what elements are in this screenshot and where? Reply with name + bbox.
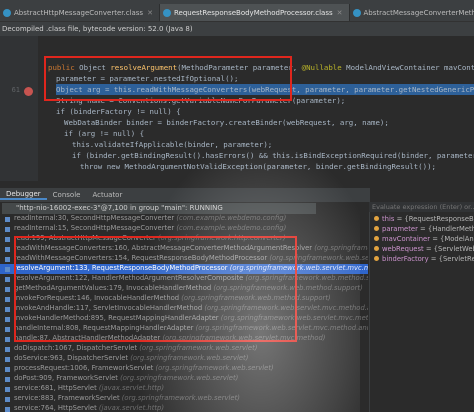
close-icon[interactable]: ✕ (337, 9, 343, 17)
tab-actuator[interactable]: Actuator (86, 191, 128, 199)
tab-label: RequestResponseBodyMethodProcessor.class (173, 8, 333, 17)
frame-method: doService:963, DispatcherServlet (14, 354, 131, 362)
frame-icon (5, 237, 10, 242)
field-icon (374, 246, 379, 251)
line-number: 61 (11, 86, 20, 94)
code-line: this.validateIfApplicable(binder, parame… (72, 140, 273, 149)
frame-package: (org.springframework.web.servlet.mvc...) (314, 244, 368, 252)
frame-package: (org.springframework.web.servlet) (139, 344, 258, 352)
frame-method: readInternal:15, SecondHttpMessageConver… (14, 224, 177, 232)
field-icon (374, 226, 379, 231)
frame-package: (com.example.webdemo.config) (176, 224, 287, 232)
frame-icon (5, 257, 10, 262)
variable-row[interactable]: mavContainer = {ModelAndViewContai... (374, 235, 474, 245)
tab-debugger[interactable]: Debugger (0, 190, 47, 200)
frame-row[interactable]: service:883, FrameworkServlet (org.sprin… (0, 394, 368, 404)
frame-package: (javax.servlet.http) (98, 404, 165, 412)
evaluate-expression-field[interactable]: Evaluate expression (Enter) or... (369, 202, 474, 212)
tab-abstract-message-converter-method-argument-resolver[interactable]: AbstractMessageConverterMethodArgumentRe… (350, 4, 474, 21)
class-file-icon (3, 8, 11, 17)
frame-method: processRequest:1006, FrameworkServlet (14, 364, 156, 372)
frame-method: readInternal:30, SecondHttpMessageConver… (14, 214, 177, 222)
field-icon (374, 236, 379, 241)
frame-method: service:883, FrameworkServlet (14, 394, 122, 402)
frame-package: (com.example.webdemo.config) (176, 214, 287, 222)
frame-icon (5, 287, 10, 292)
field-icon (374, 216, 379, 221)
variable-value: = {HandlerMethod$Handl... (420, 225, 474, 233)
frame-icon (5, 217, 10, 222)
code-line: if (binderFactory != null) { (56, 107, 181, 116)
variable-value: = {RequestResponseBodyM... (396, 215, 474, 223)
frame-row[interactable]: doService:963, DispatcherServlet (org.sp… (0, 354, 368, 364)
frame-row[interactable]: service:681, HttpServlet (javax.servlet.… (0, 384, 368, 394)
thread-selector[interactable]: "http-nio-16002-exec-3"@7,100 in group "… (2, 203, 316, 214)
variable-name: mavContainer (382, 235, 433, 243)
code-line: if (binder.getBindingResult().hasErrors(… (72, 151, 474, 160)
frame-method: doDispatch:1067, DispatcherServlet (14, 344, 140, 352)
frame-row[interactable]: readInternal:30, SecondHttpMessageConver… (0, 214, 368, 224)
frame-icon (5, 397, 10, 402)
variable-name: binderFactory (382, 255, 431, 263)
frame-row[interactable]: service:764, HttpServlet (javax.servlet.… (0, 404, 368, 412)
variable-name: parameter (382, 225, 421, 233)
frame-icon (5, 277, 10, 282)
class-file-icon (352, 8, 361, 17)
variable-row[interactable]: this = {RequestResponseBodyM... (374, 215, 474, 225)
frame-icon (5, 317, 10, 322)
variable-row[interactable]: binderFactory = {ServletRequestDat... (374, 255, 474, 265)
editor-gutter[interactable]: 61 (0, 36, 38, 181)
frame-row[interactable]: readInternal:15, SecondHttpMessageConver… (0, 224, 368, 234)
code-line: if (arg != null) { (64, 129, 145, 138)
editor-tab-bar: AbstractHttpMessageConverter.class ✕ Req… (0, 0, 474, 22)
variable-value: = {ServletRequestDat... (430, 255, 474, 263)
variable-value: = {ServletWebRequest... (425, 245, 474, 253)
frame-icon (5, 377, 10, 382)
code-line: WebDataBinder binder = binderFactory.cre… (64, 118, 389, 127)
frame-icon (5, 357, 10, 362)
field-icon (374, 256, 379, 261)
frame-icon (5, 387, 10, 392)
frame-method: service:681, HttpServlet (14, 384, 99, 392)
tab-request-response-body-method-processor[interactable]: RequestResponseBodyMethodProcessor.class… (159, 4, 350, 21)
frame-icon (5, 307, 10, 312)
frame-package: (org.springframework.web.servlet) (130, 354, 249, 362)
close-icon[interactable]: ✕ (147, 9, 153, 17)
frame-method: doPost:909, FrameworkServlet (14, 374, 121, 382)
code-line: throw new MethodArgumentNotValidExceptio… (80, 162, 436, 171)
frame-icon (5, 327, 10, 332)
variables-panel: this = {RequestResponseBodyM...parameter… (369, 188, 474, 412)
frame-row[interactable]: processRequest:1006, FrameworkServlet (o… (0, 364, 368, 374)
frame-icon (5, 337, 10, 342)
frame-package: (org.springframework.web.servlet) (120, 374, 239, 382)
breakpoint-icon[interactable] (24, 87, 33, 96)
frame-icon (5, 367, 10, 372)
frame-icon (5, 347, 10, 352)
frame-package: (org.springframework.web.servlet) (121, 394, 240, 402)
tab-label: AbstractMessageConverterMethodArgumentRe… (363, 8, 474, 17)
tab-abstract-http-message-converter[interactable]: AbstractHttpMessageConverter.class ✕ (0, 4, 160, 21)
frame-package: (org.springframework.web.servlet) (155, 364, 274, 372)
frame-icon (5, 407, 10, 412)
variable-row[interactable]: parameter = {HandlerMethod$Handl... (374, 225, 474, 235)
class-file-icon (162, 8, 171, 17)
frame-package: (javax.servlet.http) (98, 384, 165, 392)
highlight-box-frames (14, 236, 297, 342)
frame-icon (5, 247, 10, 252)
variable-name: webRequest (382, 245, 426, 253)
frame-icon (5, 297, 10, 302)
variable-row[interactable]: webRequest = {ServletWebRequest... (374, 245, 474, 255)
variable-name: this (382, 215, 397, 223)
frame-method: service:764, HttpServlet (14, 404, 99, 412)
tab-label: AbstractHttpMessageConverter.class (14, 8, 144, 17)
tab-console[interactable]: Console (47, 191, 87, 199)
frame-icon (5, 267, 10, 272)
frame-row[interactable]: doDispatch:1067, DispatcherServlet (org.… (0, 344, 368, 354)
variable-value: = {ModelAndViewContai... (432, 235, 474, 243)
frame-row[interactable]: doPost:909, FrameworkServlet (org.spring… (0, 374, 368, 384)
highlight-box-code (44, 56, 292, 101)
decompiled-banner: Decompiled .class file, bytecode version… (0, 22, 474, 36)
frame-icon (5, 227, 10, 232)
